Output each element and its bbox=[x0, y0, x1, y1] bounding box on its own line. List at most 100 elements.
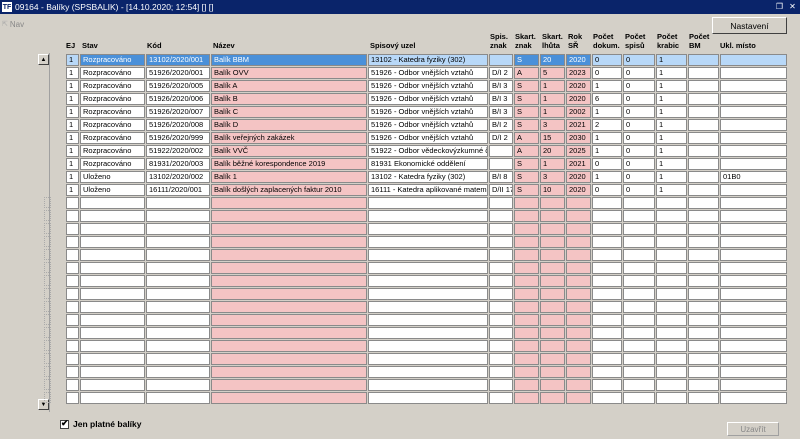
cell-rok[interactable] bbox=[566, 327, 591, 339]
cell-kod[interactable]: 51926/2020/999 bbox=[146, 132, 210, 144]
cell-rok[interactable] bbox=[566, 249, 591, 261]
cell-znak[interactable] bbox=[489, 366, 513, 378]
cell-znak[interactable] bbox=[489, 301, 513, 313]
cell-nazev[interactable] bbox=[211, 327, 367, 339]
table-row[interactable] bbox=[0, 249, 787, 262]
cell-krabic[interactable] bbox=[656, 210, 687, 222]
cell-znak[interactable] bbox=[489, 353, 513, 365]
cell-lhuta[interactable] bbox=[540, 262, 565, 274]
cell-dokum[interactable]: 1 bbox=[592, 171, 622, 183]
cell-dokum[interactable] bbox=[592, 197, 622, 209]
cell-rok[interactable]: 2020 bbox=[566, 80, 591, 92]
table-row[interactable] bbox=[0, 236, 787, 249]
cell-nazev[interactable] bbox=[211, 379, 367, 391]
cell-spisu[interactable]: 0 bbox=[623, 119, 655, 131]
cell-kod[interactable] bbox=[146, 340, 210, 352]
cell-znak[interactable] bbox=[489, 262, 513, 274]
cell-misto[interactable] bbox=[720, 54, 787, 66]
cell-skznak[interactable] bbox=[514, 340, 539, 352]
cell-rok[interactable]: 2025 bbox=[566, 145, 591, 157]
cell-znak[interactable] bbox=[489, 392, 513, 404]
cell-rok[interactable] bbox=[566, 392, 591, 404]
cell-lhuta[interactable] bbox=[540, 314, 565, 326]
cell-stav[interactable] bbox=[80, 249, 145, 261]
cell-uzel[interactable] bbox=[368, 262, 488, 274]
table-row[interactable] bbox=[0, 288, 787, 301]
cell-skznak[interactable]: A bbox=[514, 145, 539, 157]
cell-kod[interactable] bbox=[146, 249, 210, 261]
cell-uzel[interactable] bbox=[368, 353, 488, 365]
cell-lhuta[interactable] bbox=[540, 392, 565, 404]
cell-spisu[interactable] bbox=[623, 327, 655, 339]
cell-misto[interactable] bbox=[720, 288, 787, 300]
cell-nazev[interactable] bbox=[211, 288, 367, 300]
cell-stav[interactable] bbox=[80, 353, 145, 365]
cell-lhuta[interactable]: 1 bbox=[540, 80, 565, 92]
cell-krabic[interactable] bbox=[656, 353, 687, 365]
cell-krabic[interactable] bbox=[656, 223, 687, 235]
cell-bm[interactable] bbox=[688, 249, 719, 261]
cell-rok[interactable]: 2020 bbox=[566, 93, 591, 105]
cell-stav[interactable] bbox=[80, 288, 145, 300]
cell-nazev[interactable] bbox=[211, 366, 367, 378]
cell-spisu[interactable] bbox=[623, 210, 655, 222]
cell-rok[interactable] bbox=[566, 275, 591, 287]
cell-krabic[interactable]: 1 bbox=[656, 67, 687, 79]
cell-dokum[interactable]: 6 bbox=[592, 93, 622, 105]
cell-nazev[interactable] bbox=[211, 314, 367, 326]
cell-spisu[interactable] bbox=[623, 314, 655, 326]
cell-stav[interactable]: Rozpracováno bbox=[80, 106, 145, 118]
column-header-znak[interactable]: Spis. znak bbox=[490, 32, 508, 50]
cell-misto[interactable] bbox=[720, 353, 787, 365]
cell-nazev[interactable]: Balík veřejných zakázek bbox=[211, 132, 367, 144]
cell-spisu[interactable]: 0 bbox=[623, 145, 655, 157]
cell-stav[interactable] bbox=[80, 223, 145, 235]
cell-znak[interactable]: B/I 3 bbox=[489, 93, 513, 105]
cell-znak[interactable] bbox=[489, 158, 513, 170]
cell-uzel[interactable]: 13102 - Katedra fyziky (302) bbox=[368, 54, 488, 66]
column-header-stav[interactable]: Stav bbox=[82, 41, 98, 50]
cell-bm[interactable] bbox=[688, 171, 719, 183]
cell-nazev[interactable] bbox=[211, 262, 367, 274]
cell-lhuta[interactable] bbox=[540, 288, 565, 300]
cell-rok[interactable]: 2030 bbox=[566, 132, 591, 144]
cell-lhuta[interactable]: 5 bbox=[540, 67, 565, 79]
cell-znak[interactable] bbox=[489, 288, 513, 300]
cell-spisu[interactable]: 0 bbox=[623, 106, 655, 118]
cell-bm[interactable] bbox=[688, 119, 719, 131]
cell-misto[interactable] bbox=[720, 145, 787, 157]
cell-bm[interactable] bbox=[688, 145, 719, 157]
cell-bm[interactable] bbox=[688, 366, 719, 378]
cell-znak[interactable] bbox=[489, 379, 513, 391]
cell-dokum[interactable] bbox=[592, 340, 622, 352]
cell-spisu[interactable] bbox=[623, 249, 655, 261]
cell-kod[interactable]: 51926/2020/007 bbox=[146, 106, 210, 118]
cell-nazev[interactable]: Balík D bbox=[211, 119, 367, 131]
cell-kod[interactable] bbox=[146, 314, 210, 326]
cell-uzel[interactable] bbox=[368, 314, 488, 326]
cell-uzel[interactable]: 51922 - Odbor vědeckovýzkumné č bbox=[368, 145, 488, 157]
cell-spisu[interactable] bbox=[623, 262, 655, 274]
cell-misto[interactable] bbox=[720, 184, 787, 196]
cell-bm[interactable] bbox=[688, 158, 719, 170]
cell-rok[interactable] bbox=[566, 301, 591, 313]
cell-bm[interactable] bbox=[688, 80, 719, 92]
cell-krabic[interactable]: 1 bbox=[656, 171, 687, 183]
cell-skznak[interactable] bbox=[514, 275, 539, 287]
cell-spisu[interactable] bbox=[623, 275, 655, 287]
cell-kod[interactable] bbox=[146, 210, 210, 222]
cell-nazev[interactable] bbox=[211, 275, 367, 287]
cell-bm[interactable] bbox=[688, 288, 719, 300]
cell-rok[interactable]: 2021 bbox=[566, 119, 591, 131]
cell-krabic[interactable] bbox=[656, 366, 687, 378]
cell-bm[interactable] bbox=[688, 132, 719, 144]
cell-nazev[interactable] bbox=[211, 223, 367, 235]
cell-lhuta[interactable] bbox=[540, 327, 565, 339]
cell-skznak[interactable] bbox=[514, 262, 539, 274]
cell-znak[interactable]: B/I 3 bbox=[489, 106, 513, 118]
cell-lhuta[interactable]: 1 bbox=[540, 93, 565, 105]
cell-krabic[interactable] bbox=[656, 392, 687, 404]
cell-spisu[interactable] bbox=[623, 366, 655, 378]
cell-misto[interactable] bbox=[720, 392, 787, 404]
cell-lhuta[interactable]: 20 bbox=[540, 54, 565, 66]
